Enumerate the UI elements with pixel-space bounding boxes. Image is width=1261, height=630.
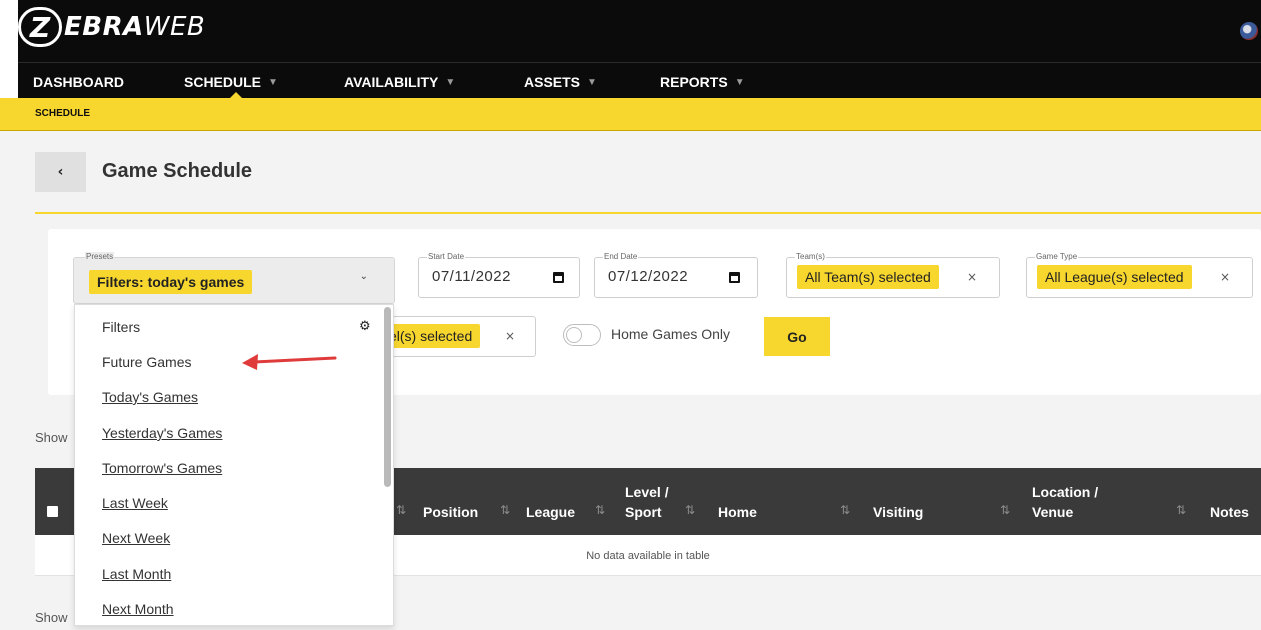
game-type-legend: Game Type xyxy=(1035,252,1079,261)
start-date-field[interactable]: Start Date 07/11/2022 xyxy=(418,252,580,298)
teams-chip: All Team(s) selected xyxy=(797,265,939,289)
logo-bold-text: EBRA xyxy=(64,12,144,42)
user-avatar[interactable] xyxy=(1240,22,1258,40)
show-entries-label-bottom: Show xyxy=(35,610,68,625)
start-date-legend: Start Date xyxy=(427,252,466,261)
end-date-value: 07/12/2022 xyxy=(608,268,689,285)
column-location-venue[interactable]: Location / Venue xyxy=(1032,484,1098,521)
sort-icon[interactable]: ⇅ xyxy=(595,503,605,517)
nav-reports-label: REPORTS xyxy=(660,74,728,90)
dropdown-scrollbar[interactable] xyxy=(384,307,391,487)
sort-icon[interactable]: ⇅ xyxy=(685,503,695,517)
column-visiting[interactable]: Visiting xyxy=(873,504,923,521)
close-icon[interactable]: × xyxy=(1220,270,1230,284)
dropdown-item-last-month[interactable]: Last Month xyxy=(102,566,171,582)
sort-icon[interactable]: ⇅ xyxy=(396,503,406,517)
zebraweb-logo[interactable]: Z EBRAWEB xyxy=(18,7,205,47)
chevron-down-icon: ▼ xyxy=(268,76,278,88)
teams-legend: Team(s) xyxy=(795,252,826,261)
chevron-down-icon: ▼ xyxy=(445,76,456,88)
nav-schedule-label: SCHEDULE xyxy=(184,74,262,90)
dropdown-item-yesterdays-games[interactable]: Yesterday's Games xyxy=(102,425,222,441)
breadcrumb[interactable]: SCHEDULE xyxy=(35,108,90,119)
end-date-legend: End Date xyxy=(603,252,639,261)
end-date-field[interactable]: End Date 07/12/2022 xyxy=(594,252,758,298)
nav-availability-label: AVAILABILITY xyxy=(344,74,439,90)
dropdown-header-filters: Filters xyxy=(102,319,141,335)
column-location-line1: Location / xyxy=(1032,484,1099,500)
logo-wordmark: EBRAWEB xyxy=(64,12,205,42)
column-level-sport[interactable]: Level / Sport xyxy=(625,484,669,521)
chevron-down-icon: ▼ xyxy=(587,76,597,88)
calendar-icon[interactable] xyxy=(729,272,740,283)
column-venue-line2: Venue xyxy=(1032,504,1074,520)
sort-icon[interactable]: ⇅ xyxy=(1176,503,1186,517)
sort-icon[interactable]: ⇅ xyxy=(840,503,850,517)
dropdown-item-last-week[interactable]: Last Week xyxy=(102,495,168,511)
column-sport-line2: Sport xyxy=(625,504,662,520)
dropdown-item-next-week[interactable]: Next Week xyxy=(102,530,170,546)
column-level-line1: Level / xyxy=(625,484,669,500)
logo-light-text: WEB xyxy=(143,12,206,42)
title-divider xyxy=(35,212,1261,214)
nav-dashboard-label: DASHBOARD xyxy=(33,74,124,90)
nav-reports[interactable]: REPORTS ▼ xyxy=(660,72,745,92)
column-position[interactable]: Position xyxy=(423,504,478,521)
logo-z-mark: Z xyxy=(18,7,62,47)
dropdown-item-next-month[interactable]: Next Month xyxy=(102,601,174,617)
dropdown-item-future-games[interactable]: Future Games xyxy=(102,354,191,370)
presets-selected-chip: Filters: today's games xyxy=(89,270,253,294)
nav-assets[interactable]: ASSETS ▼ xyxy=(524,72,597,92)
level-chip: el(s) selected xyxy=(381,324,481,348)
nav-divider xyxy=(18,62,1261,63)
nav-availability[interactable]: AVAILABILITY ▼ xyxy=(344,72,455,92)
home-games-only-label: Home Games Only xyxy=(611,326,731,342)
presets-select[interactable]: Presets Filters: today's games ⌄ xyxy=(73,252,395,304)
home-games-only-toggle[interactable] xyxy=(563,324,601,346)
nav-assets-label: ASSETS xyxy=(524,74,581,90)
sort-icon[interactable]: ⇅ xyxy=(500,503,510,517)
back-button[interactable]: ‹ xyxy=(35,152,86,192)
page-title: Game Schedule xyxy=(102,160,253,182)
teams-select[interactable]: Team(s) All Team(s) selected × xyxy=(786,252,1000,298)
start-date-value: 07/11/2022 xyxy=(432,268,511,285)
left-edge-strip xyxy=(0,0,18,98)
column-league[interactable]: League xyxy=(526,504,575,521)
chevron-down-icon: ▼ xyxy=(734,76,745,88)
dropdown-item-tomorrows-games[interactable]: Tomorrow's Games xyxy=(102,460,222,476)
dropdown-item-todays-games[interactable]: Today's Games xyxy=(102,389,198,405)
presets-dropdown-menu: Filters ⚙ Future Games Today's Games Yes… xyxy=(74,304,394,626)
column-notes[interactable]: Notes xyxy=(1210,504,1249,521)
chevron-left-icon: ‹ xyxy=(57,164,64,180)
sort-icon[interactable]: ⇅ xyxy=(1000,503,1010,517)
column-home[interactable]: Home xyxy=(718,504,757,521)
go-button[interactable]: Go xyxy=(764,317,830,356)
nav-schedule[interactable]: SCHEDULE ▼ xyxy=(184,72,278,92)
calendar-icon[interactable] xyxy=(553,272,564,283)
select-all-checkbox[interactable] xyxy=(47,506,58,517)
game-type-chip: All League(s) selected xyxy=(1037,265,1192,289)
game-type-select[interactable]: Game Type All League(s) selected × xyxy=(1026,252,1253,298)
close-icon[interactable]: × xyxy=(967,270,977,284)
close-icon[interactable]: × xyxy=(505,329,515,343)
presets-legend: Presets xyxy=(85,252,115,261)
chevron-down-icon: ⌄ xyxy=(359,271,368,282)
breadcrumb-bar: SCHEDULE xyxy=(0,98,1261,131)
toggle-knob xyxy=(566,327,582,343)
annotation-arrow xyxy=(242,354,337,370)
level-select[interactable]: el(s) selected × xyxy=(372,316,536,357)
show-entries-label: Show xyxy=(35,430,68,445)
gear-icon[interactable]: ⚙ xyxy=(359,319,371,334)
nav-dashboard[interactable]: DASHBOARD xyxy=(33,72,124,92)
